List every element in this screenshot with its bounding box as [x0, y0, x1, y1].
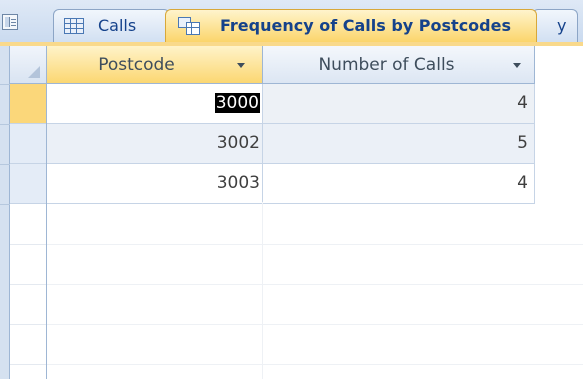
- postcode-cell[interactable]: 3003: [47, 164, 263, 203]
- query-icon-front: [186, 22, 200, 35]
- empty-row-line: [47, 284, 583, 285]
- navigation-pane-edge[interactable]: [0, 46, 10, 379]
- number-of-calls-cell[interactable]: 5: [263, 124, 535, 163]
- postcode-cell[interactable]: 3000: [47, 84, 263, 123]
- tab-calls[interactable]: Calls: [53, 9, 170, 42]
- nav-strip-line: [0, 204, 10, 205]
- chevron-down-icon[interactable]: [513, 63, 521, 68]
- number-of-calls-cell[interactable]: 4: [263, 84, 535, 123]
- cell-value: 4: [517, 173, 528, 193]
- tab-label: Calls: [98, 16, 137, 35]
- chevron-down-icon[interactable]: [237, 63, 245, 68]
- column-header-number-of-calls[interactable]: Number of Calls: [263, 46, 535, 83]
- cell-value: 3003: [216, 173, 260, 193]
- empty-row-line: [47, 244, 583, 245]
- table-row: 3003 4: [47, 164, 535, 204]
- tab-label: Frequency of Calls by Postcodes: [220, 16, 511, 35]
- empty-row-line: [10, 284, 46, 285]
- table-icon: [64, 18, 84, 34]
- empty-row-line: [47, 324, 583, 325]
- access-window: Calls y Frequency of Calls by Postcodes: [0, 0, 583, 379]
- table-row: 3002 5: [47, 124, 535, 164]
- column-header-label: Postcode: [98, 55, 175, 75]
- nav-strip-line: [0, 124, 10, 125]
- cell-value: 4: [517, 93, 528, 113]
- record-selector-column: [10, 46, 47, 379]
- record-selector[interactable]: [10, 124, 46, 164]
- selected-cell-text: 3000: [214, 93, 260, 113]
- tab-frequency-of-calls-by-postcodes[interactable]: Frequency of Calls by Postcodes: [165, 9, 537, 42]
- tab-overflow[interactable]: y: [532, 9, 578, 42]
- nav-strip-line: [0, 164, 10, 165]
- empty-row-line: [10, 324, 46, 325]
- record-selector[interactable]: [10, 84, 46, 124]
- query-icon: [178, 17, 202, 36]
- empty-row-line: [10, 364, 46, 365]
- document-tab-strip: Calls y Frequency of Calls by Postcodes: [0, 0, 583, 46]
- column-header-row: Postcode Number of Calls: [47, 46, 535, 84]
- empty-column-line: [262, 202, 263, 379]
- record-selector[interactable]: [10, 164, 46, 204]
- cell-value: 5: [517, 133, 528, 153]
- empty-row-line: [47, 364, 583, 365]
- postcode-cell[interactable]: 3002: [47, 124, 263, 163]
- select-all-button[interactable]: [10, 46, 46, 84]
- empty-row-line: [10, 244, 46, 245]
- datasheet-grid: Postcode Number of Calls 3000 4 3002 5 3…: [0, 46, 583, 379]
- cell-value: 3002: [216, 133, 260, 153]
- column-header-label: Number of Calls: [318, 55, 455, 75]
- tab-label: y: [557, 16, 567, 35]
- column-header-postcode[interactable]: Postcode: [47, 46, 263, 83]
- number-of-calls-cell[interactable]: 4: [263, 164, 535, 203]
- nav-strip-line: [0, 84, 10, 85]
- navigation-pane-icon[interactable]: [2, 14, 18, 30]
- table-row: 3000 4: [47, 84, 535, 124]
